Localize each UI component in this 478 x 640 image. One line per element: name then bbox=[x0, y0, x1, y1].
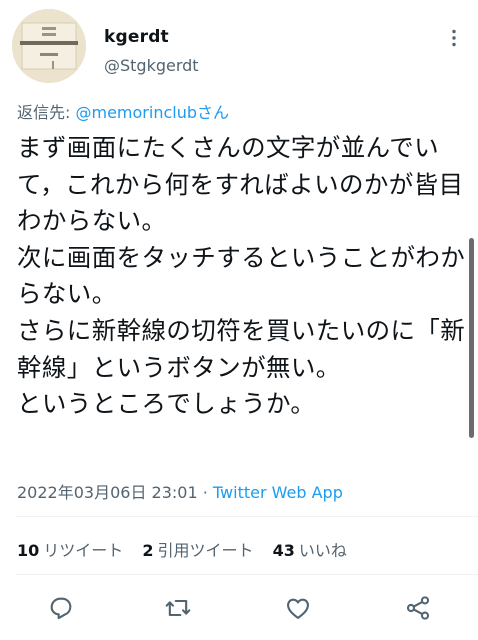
action-bar bbox=[0, 594, 478, 622]
divider bbox=[16, 574, 478, 575]
tweet-datetime[interactable]: 2022年03月06日 23:01 bbox=[17, 483, 198, 502]
quote-stat[interactable]: 2 引用ツイート bbox=[142, 541, 253, 560]
tweet-source-link[interactable]: Twitter Web App bbox=[213, 483, 343, 502]
reply-button[interactable] bbox=[47, 594, 75, 622]
like-label: いいね bbox=[298, 541, 347, 560]
reply-to: 返信先: @memorinclubさん bbox=[17, 99, 229, 123]
like-count: 43 bbox=[272, 541, 295, 560]
quote-label: 引用ツイート bbox=[157, 541, 254, 560]
avatar[interactable] bbox=[12, 9, 86, 83]
tweet-stats: 10 リツイート 2 引用ツイート 43 いいね bbox=[17, 537, 361, 561]
avatar-image bbox=[12, 9, 86, 83]
scrollbar[interactable] bbox=[469, 238, 474, 438]
meta-separator: · bbox=[197, 483, 213, 502]
retweet-button[interactable] bbox=[164, 594, 192, 622]
like-button[interactable] bbox=[284, 594, 312, 622]
divider bbox=[16, 516, 478, 517]
like-stat[interactable]: 43 いいね bbox=[273, 541, 347, 560]
handle[interactable]: @Stgkgerdt bbox=[104, 56, 199, 75]
like-icon bbox=[287, 598, 309, 619]
quote-count: 2 bbox=[142, 541, 154, 560]
display-name[interactable]: kgerdt bbox=[104, 27, 169, 47]
share-icon bbox=[406, 596, 430, 620]
tweet-meta: 2022年03月06日 23:01 · Twitter Web App bbox=[17, 479, 343, 503]
reply-mention-link[interactable]: @memorinclubさん bbox=[75, 103, 229, 122]
retweet-icon bbox=[165, 599, 191, 617]
retweet-count: 10 bbox=[17, 541, 40, 560]
share-button[interactable] bbox=[404, 594, 432, 622]
reply-icon bbox=[50, 597, 72, 620]
retweet-stat[interactable]: 10 リツイート bbox=[17, 541, 123, 560]
more-icon[interactable] bbox=[444, 28, 464, 48]
reply-prefix: 返信先: bbox=[17, 103, 76, 122]
tweet-text: まず画面にたくさんの文字が並んでいて，これから何をすればよいのかが皆目わからない… bbox=[17, 133, 466, 419]
retweet-label: リツイート bbox=[43, 541, 124, 560]
